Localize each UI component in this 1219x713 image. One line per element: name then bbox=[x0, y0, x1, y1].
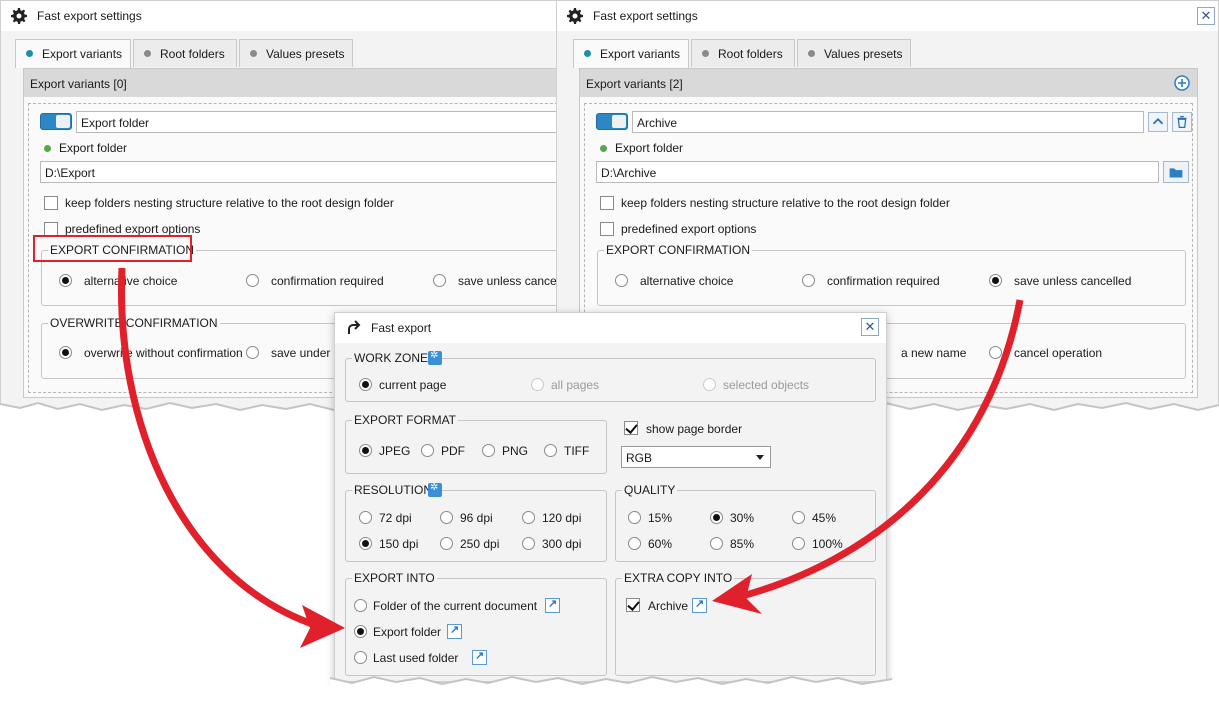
arrow-right-curve bbox=[734, 299, 1024, 602]
arrow-left-curve bbox=[117, 267, 320, 630]
arrow-left-head bbox=[300, 605, 345, 648]
annotation-arrows bbox=[117, 267, 1024, 648]
